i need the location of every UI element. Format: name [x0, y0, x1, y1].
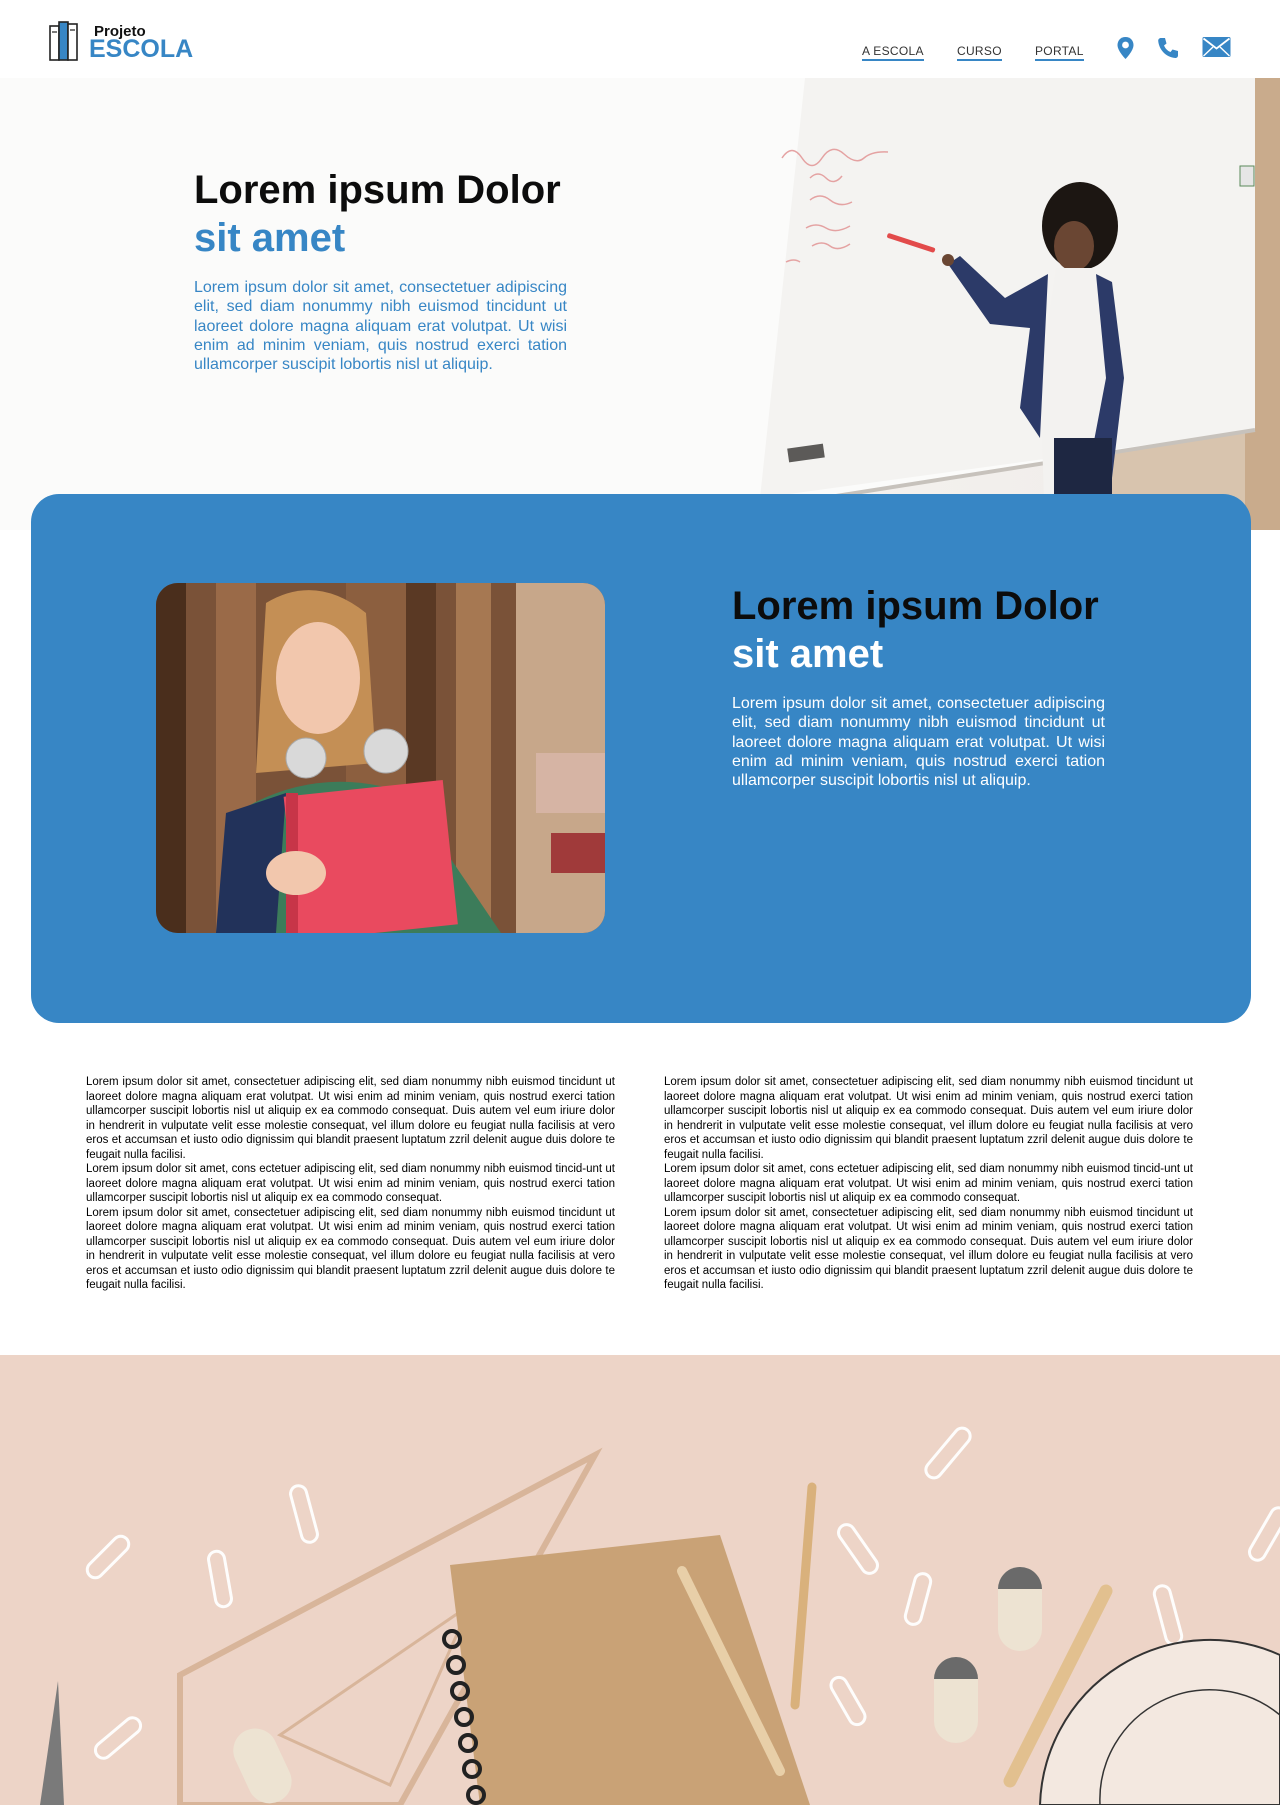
feature-card: Lorem ipsum Dolor sit amet Lorem ipsum d…	[31, 494, 1251, 1023]
card-title: Lorem ipsum Dolor sit amet	[732, 582, 1099, 678]
logo[interactable]: Projeto ESCOLA	[49, 20, 193, 63]
teacher-whiteboard-image	[0, 78, 1280, 530]
paragraph: Lorem ipsum dolor sit amet, cons ectetue…	[664, 1163, 1193, 1204]
nav-link-portal[interactable]: PORTAL	[1035, 44, 1084, 61]
student-photo	[156, 583, 605, 933]
hero-paragraph: Lorem ipsum dolor sit amet, consectetuer…	[194, 279, 567, 374]
text-column-left: Lorem ipsum dolor sit amet, consectetuer…	[86, 1075, 615, 1293]
paragraph: Lorem ipsum dolor sit amet, consectetuer…	[664, 1206, 1193, 1292]
books-logo-icon	[49, 21, 78, 61]
hero-section: Lorem ipsum Dolor sit amet Lorem ipsum d…	[0, 78, 1280, 530]
paragraph: Lorem ipsum dolor sit amet, consectetuer…	[86, 1206, 615, 1292]
card-title-line2: sit amet	[732, 632, 884, 676]
site-header: Projeto ESCOLA A ESCOLA CURSO PORTAL	[0, 0, 1280, 78]
mail-icon[interactable]	[1202, 36, 1231, 58]
card-paragraph: Lorem ipsum dolor sit amet, consectetuer…	[732, 695, 1105, 790]
student-holding-book-image	[156, 583, 605, 933]
hero-title-line1: Lorem ipsum Dolor	[194, 168, 561, 212]
nav-link-curso[interactable]: CURSO	[957, 44, 1002, 61]
nav-link-a-escola[interactable]: A ESCOLA	[862, 44, 924, 61]
paragraph: Lorem ipsum dolor sit amet, cons ectetue…	[86, 1163, 615, 1204]
text-column-right: Lorem ipsum dolor sit amet, consectetuer…	[664, 1075, 1193, 1293]
paragraph: Lorem ipsum dolor sit amet, consectetuer…	[664, 1076, 1193, 1161]
stationery-flatlay	[0, 1355, 1280, 1805]
phone-icon[interactable]	[1156, 36, 1180, 60]
location-icon[interactable]	[1116, 36, 1135, 60]
school-supplies-image	[0, 1355, 1280, 1805]
card-title-line1: Lorem ipsum Dolor	[732, 584, 1099, 628]
hero-title: Lorem ipsum Dolor sit amet	[194, 166, 561, 262]
logo-text-bottom: ESCOLA	[89, 35, 194, 63]
hero-title-line2: sit amet	[194, 216, 346, 260]
paragraph: Lorem ipsum dolor sit amet, consectetuer…	[86, 1076, 615, 1161]
